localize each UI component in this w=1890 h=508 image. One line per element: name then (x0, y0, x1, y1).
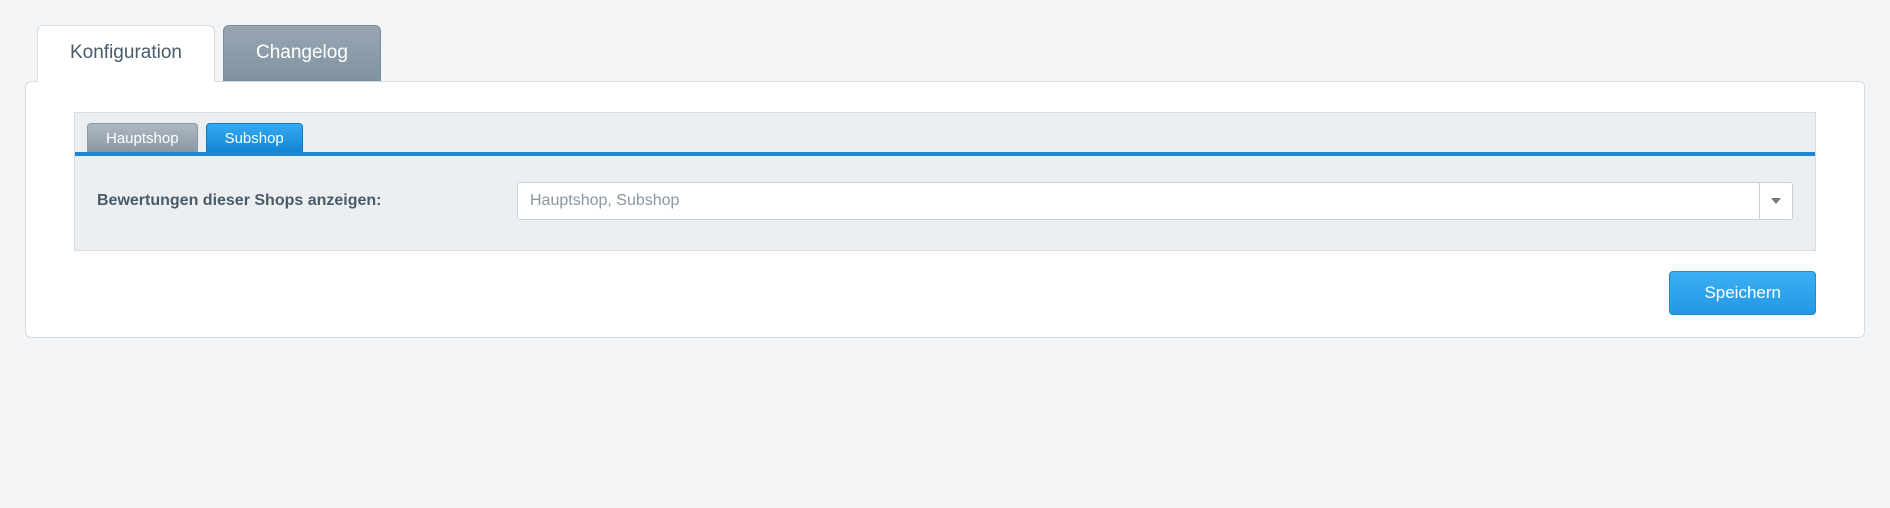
inner-tabstrip: Hauptshop Subshop (75, 113, 1815, 156)
shop-scope-panel: Hauptshop Subshop Bewertungen dieser Sho… (74, 112, 1816, 251)
save-button[interactable]: Speichern (1669, 271, 1816, 315)
shops-multiselect-value[interactable]: Hauptshop, Subshop (517, 182, 1759, 220)
shops-multiselect-trigger[interactable] (1759, 182, 1793, 220)
config-panel: Hauptshop Subshop Bewertungen dieser Sho… (25, 81, 1865, 338)
field-label-show-reviews: Bewertungen dieser Shops anzeigen: (97, 192, 517, 210)
form-row-show-reviews: Bewertungen dieser Shops anzeigen: Haupt… (97, 182, 1793, 220)
shops-multiselect[interactable]: Hauptshop, Subshop (517, 182, 1793, 220)
tab-changelog[interactable]: Changelog (223, 25, 381, 81)
inner-body: Bewertungen dieser Shops anzeigen: Haupt… (75, 156, 1815, 250)
chevron-down-icon (1771, 198, 1781, 204)
outer-tabstrip: Konfiguration Changelog (25, 25, 1865, 81)
subtab-hauptshop[interactable]: Hauptshop (87, 123, 198, 152)
tab-konfiguration[interactable]: Konfiguration (37, 25, 215, 82)
subtab-subshop[interactable]: Subshop (206, 123, 303, 152)
footer-row: Speichern (74, 271, 1816, 315)
